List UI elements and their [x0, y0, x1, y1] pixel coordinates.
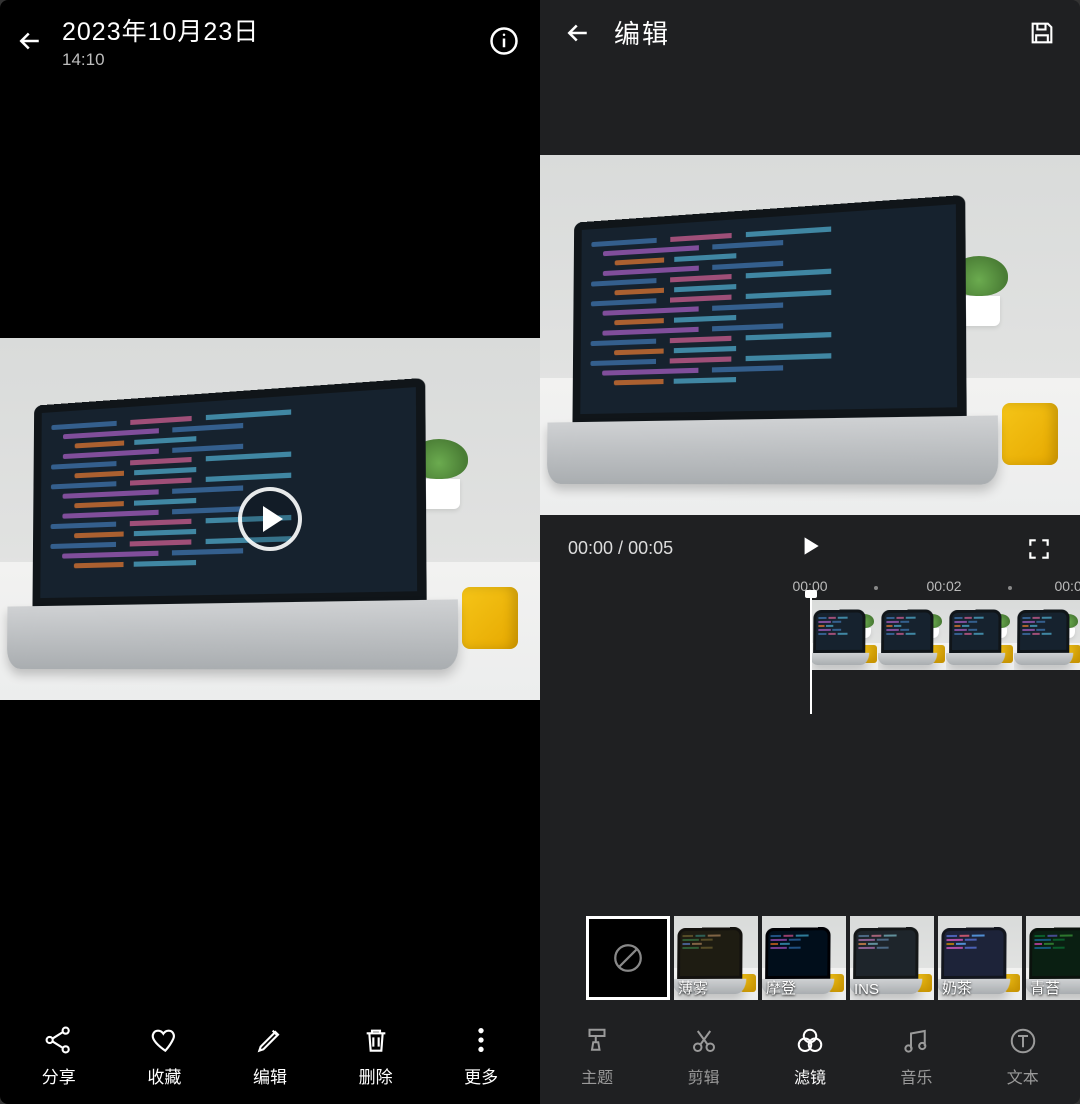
tab-label: 音乐 — [900, 1064, 932, 1088]
filter-option[interactable]: 奶茶 — [938, 916, 1022, 1000]
viewer-bottom-bar: 分享 收藏 编辑 删除 更多 — [0, 1013, 540, 1098]
timeline-strip[interactable] — [540, 600, 1080, 700]
editor-title: 编辑 — [614, 14, 1006, 51]
filter-label: 薄雾 — [678, 977, 708, 998]
filter-circles-icon — [793, 1024, 827, 1058]
filter-row: 薄雾 摩登 INS 奶茶 青苔 — [540, 916, 1080, 1000]
scissors-icon — [687, 1024, 721, 1058]
pencil-icon — [253, 1023, 287, 1057]
more-button[interactable]: 更多 — [441, 1023, 521, 1088]
info-icon[interactable] — [486, 23, 522, 59]
time-separator: / — [613, 538, 628, 558]
video-thumbnail[interactable] — [0, 338, 540, 700]
filter-option[interactable]: 薄雾 — [674, 916, 758, 1000]
edit-button[interactable]: 编辑 — [230, 1023, 310, 1088]
none-icon — [611, 941, 645, 975]
ruler-tick: 00:02 — [926, 578, 961, 594]
filter-option[interactable]: INS — [850, 916, 934, 1000]
ruler-dot — [1008, 586, 1012, 590]
filter-label: 摩登 — [766, 977, 796, 998]
favorite-button[interactable]: 收藏 — [124, 1023, 204, 1088]
time-total: 00:05 — [628, 538, 673, 558]
title-block: 2023年10月23日 14:10 — [62, 12, 472, 70]
delete-label: 删除 — [359, 1063, 393, 1088]
play-button[interactable] — [797, 533, 823, 564]
brush-icon — [580, 1024, 614, 1058]
editor-preview[interactable] — [540, 155, 1080, 515]
playback-time: 00:00 / 00:05 — [568, 538, 797, 559]
text-icon — [1006, 1024, 1040, 1058]
editor-back-icon[interactable] — [560, 15, 596, 51]
playback-bar: 00:00 / 00:05 — [540, 515, 1080, 572]
filter-label: 奶茶 — [942, 977, 972, 998]
share-icon — [42, 1023, 76, 1057]
share-button[interactable]: 分享 — [19, 1023, 99, 1088]
playhead[interactable] — [810, 594, 812, 714]
music-icon — [899, 1024, 933, 1058]
edit-label: 编辑 — [253, 1063, 287, 1088]
tab-filter[interactable]: 滤镜 — [770, 1024, 850, 1088]
time-current: 00:00 — [568, 538, 613, 558]
save-icon[interactable] — [1024, 15, 1060, 51]
timeline-frame[interactable] — [1014, 600, 1080, 670]
photo-date: 2023年10月23日 — [62, 12, 472, 48]
video-editor-panel: 编辑 00:00 / 00:05 00:00 — [540, 0, 1080, 1104]
viewer-header: 2023年10月23日 14:10 — [0, 0, 540, 78]
tab-label: 文本 — [1007, 1064, 1039, 1088]
gallery-viewer-panel: 2023年10月23日 14:10 分享 — [0, 0, 540, 1104]
tab-theme[interactable]: 主题 — [557, 1024, 637, 1088]
more-label: 更多 — [464, 1063, 498, 1088]
filter-label: INS — [854, 981, 879, 998]
tab-label: 滤镜 — [794, 1064, 826, 1088]
ruler-dot — [874, 586, 878, 590]
tab-label: 主题 — [581, 1064, 613, 1088]
delete-button[interactable]: 删除 — [336, 1023, 416, 1088]
back-icon[interactable] — [12, 23, 48, 59]
tab-trim[interactable]: 剪辑 — [664, 1024, 744, 1088]
editor-tab-bar: 主题 剪辑 滤镜 音乐 文本 — [540, 1016, 1080, 1098]
timeline-frame[interactable] — [946, 600, 1014, 670]
trash-icon — [359, 1023, 393, 1057]
tab-label: 剪辑 — [688, 1064, 720, 1088]
filter-option[interactable]: 摩登 — [762, 916, 846, 1000]
ruler-tick: 00:04 — [1054, 578, 1080, 594]
tab-music[interactable]: 音乐 — [876, 1024, 956, 1088]
tab-text[interactable]: 文本 — [983, 1024, 1063, 1088]
fullscreen-button[interactable] — [823, 536, 1052, 562]
filter-option[interactable]: 青苔 — [1026, 916, 1080, 1000]
timeline-frame[interactable] — [810, 600, 878, 670]
favorite-label: 收藏 — [147, 1063, 181, 1088]
more-vertical-icon — [464, 1023, 498, 1057]
photo-time: 14:10 — [62, 50, 472, 70]
filter-label: 青苔 — [1030, 977, 1060, 998]
heart-icon — [147, 1023, 181, 1057]
filter-none[interactable] — [586, 916, 670, 1000]
share-label: 分享 — [42, 1063, 76, 1088]
timeline-frame[interactable] — [878, 600, 946, 670]
editor-header: 编辑 — [540, 0, 1080, 65]
play-icon[interactable] — [238, 487, 302, 551]
